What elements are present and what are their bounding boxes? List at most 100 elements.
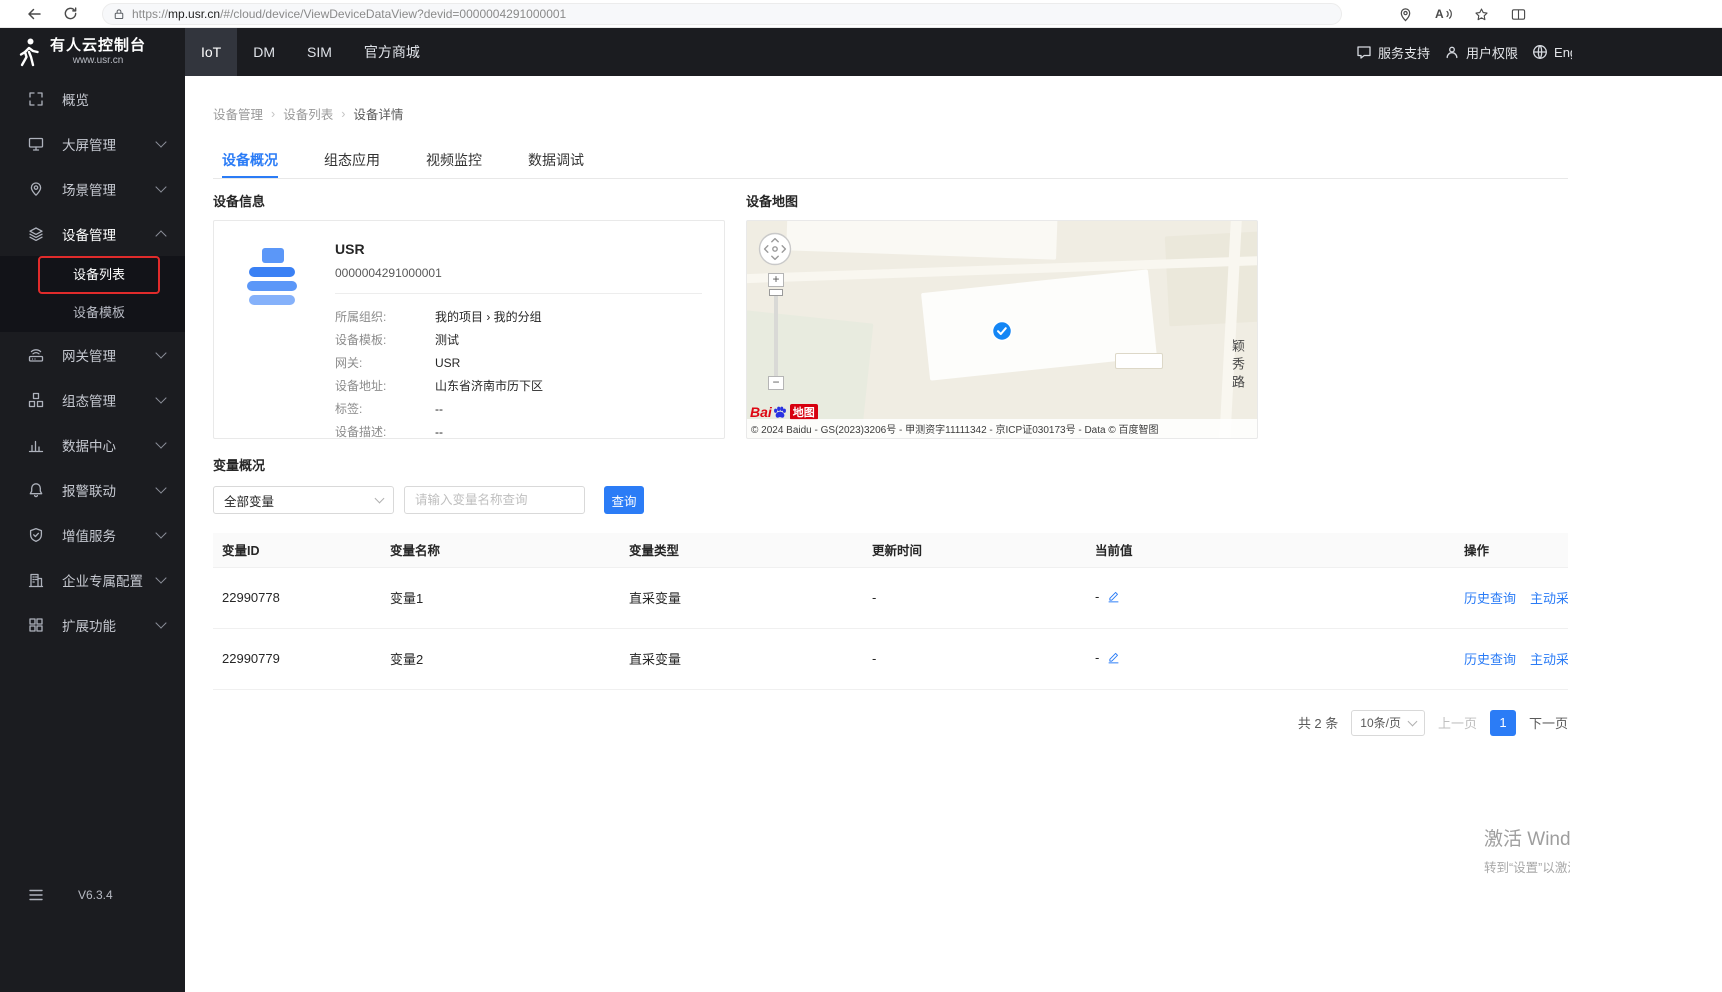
- history-query-link[interactable]: 历史查询: [1464, 652, 1516, 667]
- edit-icon[interactable]: [1107, 590, 1120, 606]
- sidebar-item-alarm[interactable]: 报警联动: [0, 467, 185, 512]
- device-field-label: 网关:: [335, 356, 363, 370]
- app-logo[interactable]: 有人云控制台 www.usr.cn: [0, 28, 185, 76]
- history-query-link[interactable]: 历史查询: [1464, 591, 1516, 606]
- chevron-down-icon: [155, 526, 167, 539]
- variable-type-value: 全部变量: [224, 494, 275, 509]
- location-icon[interactable]: [1398, 7, 1413, 22]
- map-copyright: © 2024 Baidu - GS(2023)3206号 - 甲测资字11111…: [747, 419, 1257, 438]
- back-icon[interactable]: [26, 6, 42, 22]
- page-size-select[interactable]: 10条/页: [1351, 709, 1425, 736]
- chevron-down-icon: [155, 481, 167, 494]
- sidebar-item-overview[interactable]: 概览: [0, 76, 185, 121]
- table-header-cell: 当前值: [1086, 533, 1455, 568]
- module-tab-sim[interactable]: SIM: [291, 28, 348, 76]
- device-field-label: 标签:: [335, 402, 363, 416]
- device-id: 0000004291000001: [335, 266, 442, 280]
- tab-video[interactable]: 视频监控: [426, 145, 482, 178]
- sidebar-item-label: 扩展功能: [62, 618, 116, 634]
- sidebar-item-scene[interactable]: 场景管理: [0, 166, 185, 211]
- screen: https://mp.usr.cn/#/cloud/device/ViewDev…: [0, 0, 1722, 992]
- module-tab-iot[interactable]: IoT: [185, 28, 238, 76]
- topnav-english[interactable]: English: [1532, 44, 1572, 60]
- tab-configuration[interactable]: 组态应用: [324, 145, 380, 178]
- screen-icon: [28, 136, 44, 152]
- url-scheme: https://: [132, 6, 169, 21]
- prev-page-button[interactable]: 上一页: [1438, 713, 1477, 732]
- split-screen-icon[interactable]: [1511, 7, 1526, 22]
- breadcrumb-item[interactable]: 设备列表: [283, 104, 333, 123]
- favorites-star-icon[interactable]: [1474, 7, 1489, 22]
- topnav-permissions[interactable]: 用户权限: [1444, 43, 1518, 62]
- chevron-down-icon: [155, 391, 167, 404]
- globe-icon: [1532, 44, 1548, 60]
- device-field-label: 设备地址:: [335, 379, 387, 393]
- overview-icon: [28, 91, 44, 107]
- variable-id-cell: 22990778: [213, 567, 381, 629]
- device-field-label: 设备描述:: [335, 425, 387, 439]
- device-location-pin[interactable]: [991, 320, 1013, 345]
- sidebar-item-value[interactable]: 增值服务: [0, 512, 185, 557]
- zoom-out-button[interactable]: −: [768, 376, 784, 390]
- sidebar-item-label: 增值服务: [62, 528, 116, 544]
- variable-type-select[interactable]: 全部变量: [213, 486, 394, 514]
- module-tab-mall[interactable]: 官方商城: [348, 28, 436, 76]
- browser-action-icons: A: [1398, 0, 1526, 28]
- sidebar-item-gateway[interactable]: 网关管理: [0, 332, 185, 377]
- variable-search-input[interactable]: [404, 486, 585, 514]
- url-path: /#/cloud/device/ViewDeviceDataView?devid…: [220, 6, 567, 21]
- device-fields: 所属组织: 我的项目 › 我的分组 设备模板: 测试 网关: USR 设备地址: 山东省济南市…: [335, 306, 702, 444]
- read-aloud-icon[interactable]: A: [1435, 7, 1452, 21]
- zoom-slider-handle[interactable]: [769, 289, 783, 296]
- table-row: 22990779变量2直采变量--历史查询主动采集: [213, 628, 1568, 690]
- sidebar-item-enterprise[interactable]: 企业专属配置: [0, 557, 185, 602]
- zoom-slider-track[interactable]: [774, 296, 778, 376]
- sidebar-item-device[interactable]: 设备管理: [0, 211, 185, 256]
- address-bar[interactable]: https://mp.usr.cn/#/cloud/device/ViewDev…: [102, 2, 1342, 25]
- edit-icon[interactable]: [1107, 651, 1120, 667]
- breadcrumb: 设备管理 › 设备列表 › 设备详情: [213, 104, 1722, 123]
- breadcrumb-item[interactable]: 设备管理: [213, 104, 263, 123]
- device-map[interactable]: + − 颖秀路 Bai 地图 © 2024 Baidu - GS(2023)32…: [746, 220, 1258, 439]
- sidebar-subitem-device-list[interactable]: 设备列表: [38, 256, 160, 294]
- browser-toolbar: https://mp.usr.cn/#/cloud/device/ViewDev…: [0, 0, 1722, 28]
- variable-name-cell: 变量1: [381, 567, 620, 629]
- current-page-button[interactable]: 1: [1489, 709, 1516, 736]
- tab-overview[interactable]: 设备概况: [222, 145, 278, 178]
- tab-debug[interactable]: 数据调试: [528, 145, 584, 178]
- topnav-right: 服务支持 用户权限 English: [1356, 28, 1572, 76]
- device-icon: [236, 240, 308, 419]
- map-pan-control[interactable]: [758, 232, 792, 269]
- variables-table-header-row: 变量ID 变量名称 变量类型 更新时间 当前值 操作: [213, 533, 1568, 568]
- module-tab-dm[interactable]: DM: [237, 28, 291, 76]
- device-info-card: USR 0000004291000001 所属组织: 我的项目 › 我的分组 设备模…: [213, 220, 725, 439]
- breadcrumb-separator: ›: [271, 106, 276, 121]
- refresh-icon[interactable]: [63, 6, 78, 22]
- device-map-title: 设备地图: [746, 194, 799, 209]
- menu-icon[interactable]: [28, 888, 44, 902]
- sidebar-item-label: 设备管理: [62, 227, 116, 243]
- topnav-support[interactable]: 服务支持: [1356, 43, 1430, 62]
- chevron-up-icon: [155, 230, 167, 242]
- sidebar-item-label: 企业专属配置: [62, 573, 143, 589]
- data-icon: [28, 437, 44, 453]
- gateway-icon: [28, 347, 44, 363]
- table-header-cell: 操作: [1455, 533, 1568, 568]
- scene-icon: [28, 181, 44, 197]
- variable-type-cell: 直采变量: [620, 567, 863, 629]
- chevron-down-icon: [374, 493, 385, 504]
- sidebar-item-data[interactable]: 数据中心: [0, 422, 185, 467]
- sidebar-item-config[interactable]: 组态管理: [0, 377, 185, 422]
- active-collect-link[interactable]: 主动采集: [1530, 652, 1568, 667]
- variables-table-body: 22990778变量1直采变量--历史查询主动采集22990779变量2直采变量…: [213, 567, 1568, 690]
- sidebar-subitem-device-template[interactable]: 设备模板: [38, 294, 160, 332]
- active-collect-link[interactable]: 主动采集: [1530, 591, 1568, 606]
- sidebar-item-screen[interactable]: 大屏管理: [0, 121, 185, 166]
- search-button[interactable]: 查询: [604, 486, 644, 514]
- next-page-button[interactable]: 下一页: [1529, 713, 1568, 732]
- zoom-in-button[interactable]: +: [768, 273, 784, 287]
- topnav-permissions-label: 用户权限: [1466, 45, 1519, 61]
- enterprise-icon: [28, 572, 44, 588]
- sidebar-item-extension[interactable]: 扩展功能: [0, 602, 185, 647]
- chevron-down-icon: [155, 571, 167, 584]
